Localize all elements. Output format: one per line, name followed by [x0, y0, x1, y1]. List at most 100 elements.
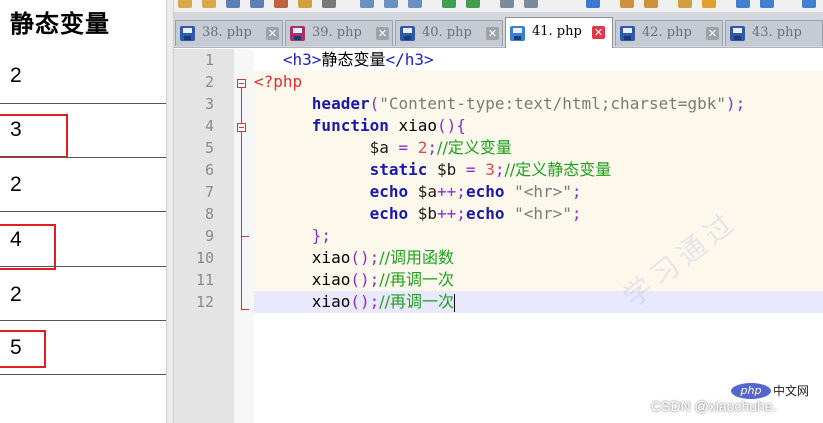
- csdn-watermark: CSDN @xiaochuhe.: [651, 398, 777, 414]
- tab-41-php[interactable]: 41. php ✕: [505, 17, 613, 48]
- indent-guide-icon[interactable]: [736, 0, 750, 8]
- horizontal-rule: [0, 211, 166, 212]
- horizontal-rule: [0, 157, 166, 158]
- close-all-icon[interactable]: [298, 0, 312, 8]
- function-list-icon[interactable]: [802, 0, 816, 8]
- operator: ++;: [437, 182, 466, 201]
- line-number: 11: [195, 271, 214, 289]
- output-value: 3: [10, 118, 22, 141]
- code-line-4: function xiao(){: [254, 115, 823, 137]
- tab-39-php[interactable]: 39. php ✕: [285, 20, 393, 46]
- undo-icon[interactable]: [442, 0, 456, 8]
- paste-icon[interactable]: [408, 0, 422, 8]
- paren: ();: [350, 292, 380, 311]
- number: 2: [417, 138, 428, 157]
- tab-bar: 38. php ✕ 39. php ✕ 40. php ✕ 41. php ✕ …: [174, 12, 823, 48]
- close-icon[interactable]: ✕: [266, 27, 279, 40]
- save-all-icon[interactable]: [250, 0, 264, 8]
- wrap-icon[interactable]: [702, 0, 716, 8]
- function-name: xiao: [388, 116, 438, 135]
- tab-38-php[interactable]: 38. php ✕: [175, 20, 283, 46]
- comment: //定义变量: [437, 138, 512, 157]
- file-saved-icon: [620, 26, 635, 41]
- line-number: 5: [204, 139, 214, 157]
- find-icon[interactable]: [500, 0, 514, 8]
- tab-label: 41. php: [532, 24, 582, 39]
- function-name: xiao: [311, 292, 351, 311]
- comment: //再调一次: [379, 270, 455, 289]
- text-caret: [454, 293, 456, 312]
- tab-label: 42. php: [642, 25, 692, 40]
- line-number: 4: [204, 117, 214, 135]
- string: "<hr>": [504, 182, 572, 201]
- pane-splitter[interactable]: [166, 0, 174, 423]
- sync-scroll-icon[interactable]: [678, 0, 692, 8]
- save-icon[interactable]: [226, 0, 240, 8]
- output-value: 2: [10, 64, 22, 87]
- redo-icon[interactable]: [466, 0, 480, 8]
- new-file-icon[interactable]: [178, 0, 192, 8]
- close-icon[interactable]: ✕: [592, 26, 605, 39]
- show-all-icon[interactable]: [760, 0, 774, 8]
- html-tag: </h3>: [385, 50, 434, 69]
- zoom-icon[interactable]: [586, 0, 600, 8]
- output-value: 4: [10, 228, 22, 251]
- fold-end-marker: [241, 309, 249, 310]
- line-number: 3: [204, 95, 214, 113]
- tab-label: 43. php: [752, 25, 802, 40]
- file-modified-icon: [290, 26, 305, 41]
- tab-42-php[interactable]: 42. php ✕: [615, 20, 723, 46]
- fold-end-marker: [241, 236, 249, 237]
- zoom-in-icon[interactable]: [620, 0, 634, 8]
- number: 3: [485, 160, 495, 179]
- print-icon[interactable]: [322, 0, 336, 8]
- tab-label: 38. php: [202, 25, 252, 40]
- code-editor: 38. php ✕ 39. php ✕ 40. php ✕ 41. php ✕ …: [174, 0, 823, 423]
- cut-icon[interactable]: [360, 0, 374, 8]
- close-icon[interactable]: ✕: [376, 27, 389, 40]
- line-number: 10: [195, 249, 214, 267]
- file-saved-icon: [400, 26, 415, 41]
- function-name: xiao: [311, 270, 351, 289]
- code-line-6: static $b = 3;//定义静态变量: [254, 159, 823, 181]
- close-icon[interactable]: ✕: [486, 27, 499, 40]
- operator: =: [456, 160, 486, 179]
- code-line-1: <h3>静态变量</h3>: [254, 49, 823, 71]
- paren: );: [726, 94, 746, 113]
- php-open-tag: <?php: [254, 72, 303, 91]
- horizontal-rule: [0, 103, 166, 104]
- fold-toggle-icon[interactable]: [237, 123, 246, 132]
- open-folder-icon[interactable]: [202, 0, 216, 8]
- line-number: 2: [204, 73, 214, 91]
- horizontal-rule: [0, 374, 166, 375]
- keyword: echo: [369, 204, 409, 223]
- tab-40-php[interactable]: 40. php ✕: [395, 20, 503, 46]
- paren: ();: [350, 248, 380, 267]
- semicolon: ;: [427, 138, 438, 157]
- html-tag: <h3>: [282, 50, 322, 69]
- highlight-box: [0, 224, 56, 270]
- file-saved-icon: [730, 26, 745, 41]
- tab-43-php[interactable]: 43. php: [725, 20, 823, 46]
- close-icon[interactable]: ✕: [706, 27, 719, 40]
- paren: ();: [350, 270, 380, 289]
- fold-toggle-icon[interactable]: [237, 79, 246, 88]
- copy-icon[interactable]: [384, 0, 398, 8]
- zoom-out-icon[interactable]: [644, 0, 658, 8]
- close-file-icon[interactable]: [274, 0, 288, 8]
- comment: //定义静态变量: [504, 160, 612, 179]
- keyword: echo: [369, 182, 409, 201]
- code-line-2: <?php: [254, 71, 823, 93]
- line-number: 1: [204, 51, 214, 69]
- fold-line: [241, 88, 242, 123]
- function-name: xiao: [311, 248, 351, 267]
- text: 静态变量: [321, 50, 386, 69]
- output-value: 2: [10, 173, 22, 196]
- browser-output-panel: 静态变量 2 3 2 4 2 5: [0, 0, 166, 423]
- code-line-3: header("Content-type:text/html;charset=g…: [254, 93, 823, 115]
- tab-label: 39. php: [312, 25, 362, 40]
- php-cn-logo-text: 中文网: [773, 384, 810, 398]
- operator: ++;: [437, 204, 466, 223]
- file-saved-icon: [180, 26, 195, 41]
- replace-icon[interactable]: [524, 0, 538, 8]
